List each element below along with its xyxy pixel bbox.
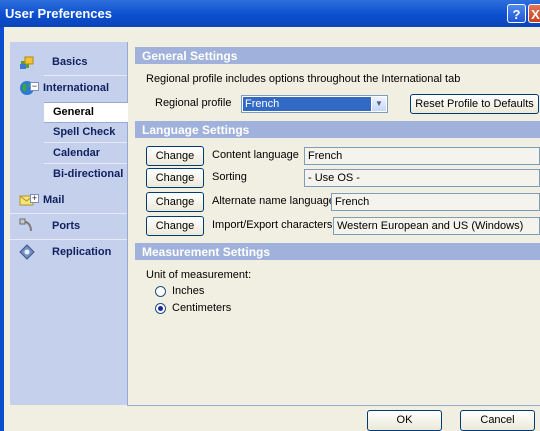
- sorting-field: - Use OS -: [304, 169, 540, 187]
- unit-of-measurement-label: Unit of measurement:: [146, 269, 252, 281]
- general-settings-header: General Settings: [135, 47, 540, 64]
- nav-sub-label: General: [53, 106, 94, 118]
- inches-radio[interactable]: [155, 286, 166, 297]
- section-title: Language Settings: [142, 123, 250, 137]
- nav-item-basics[interactable]: Basics: [10, 50, 127, 74]
- nav-sub-label: Bi-directional: [53, 168, 124, 180]
- window-title: User Preferences: [5, 6, 112, 21]
- centimeters-label: Centimeters: [172, 302, 232, 314]
- alternate-name-language-label: Alternate name language: [212, 195, 335, 207]
- change-sorting-button[interactable]: Change: [146, 168, 204, 188]
- nav-label-replication: Replication: [52, 246, 112, 258]
- section-title: Measurement Settings: [142, 245, 271, 259]
- nav-label-ports: Ports: [52, 220, 81, 232]
- change-content-language-button[interactable]: Change: [146, 146, 204, 166]
- language-settings-header: Language Settings: [135, 121, 540, 138]
- nav-label-basics: Basics: [52, 56, 88, 68]
- nav-item-replication[interactable]: Replication: [10, 240, 127, 264]
- nav-item-international[interactable]: − International: [10, 76, 127, 100]
- nav-separator: [44, 163, 127, 164]
- nav-sub-spell-check[interactable]: Spell Check: [44, 123, 127, 142]
- reset-profile-button[interactable]: Reset Profile to Defaults: [410, 94, 539, 114]
- settings-panel: General Settings Regional profile includ…: [135, 42, 540, 405]
- radio-selected-dot: [158, 306, 163, 311]
- nav-label-international: International: [43, 82, 110, 94]
- measurement-settings-header: Measurement Settings: [135, 243, 540, 260]
- window-frame: [0, 27, 4, 431]
- help-button[interactable]: ?: [507, 4, 526, 23]
- nav-sub-label: Calendar: [53, 147, 101, 159]
- expand-icon[interactable]: +: [30, 194, 39, 203]
- change-alternate-name-language-button[interactable]: Change: [146, 192, 204, 212]
- nav-separator: [44, 142, 127, 143]
- chevron-down-icon[interactable]: ▼: [372, 97, 386, 111]
- nav-sub-bi-directional[interactable]: Bi-directional: [44, 165, 127, 184]
- collapse-icon[interactable]: −: [30, 82, 39, 91]
- profile-description: Regional profile includes options throug…: [146, 73, 461, 85]
- nav-label-mail: Mail: [43, 194, 65, 206]
- nav-sub-calendar[interactable]: Calendar: [44, 144, 127, 163]
- regional-profile-label: Regional profile: [155, 97, 232, 109]
- regional-profile-select[interactable]: French ▼: [241, 95, 388, 113]
- content-language-field: French: [304, 147, 540, 165]
- nav-sub-label: Spell Check: [53, 126, 116, 138]
- close-button[interactable]: X: [528, 4, 540, 23]
- section-title: General Settings: [142, 49, 238, 63]
- ports-icon: [19, 218, 35, 234]
- inches-label: Inches: [172, 285, 205, 297]
- content-language-label: Content language: [212, 149, 299, 161]
- sorting-label: Sorting: [212, 171, 247, 183]
- footer-divider: [127, 405, 540, 406]
- regional-profile-value: French: [243, 97, 371, 111]
- centimeters-radio[interactable]: [155, 303, 166, 314]
- alternate-name-language-field: French: [331, 193, 540, 211]
- nav-item-ports[interactable]: Ports: [10, 214, 127, 238]
- sidebar: Basics − International General Spell Che…: [10, 42, 128, 405]
- ok-button[interactable]: OK: [367, 410, 442, 431]
- import-export-characters-field: Western European and US (Windows): [333, 217, 540, 235]
- change-import-export-characters-button[interactable]: Change: [146, 216, 204, 236]
- title-bar: User Preferences ? X: [0, 0, 540, 27]
- nav-item-mail[interactable]: + Mail: [10, 188, 127, 212]
- import-export-characters-label: Import/Export characters: [212, 219, 333, 231]
- nav-sub-general[interactable]: General: [44, 102, 128, 123]
- cancel-button[interactable]: Cancel: [460, 410, 535, 431]
- replication-icon: [19, 244, 35, 260]
- basics-icon: [19, 54, 35, 70]
